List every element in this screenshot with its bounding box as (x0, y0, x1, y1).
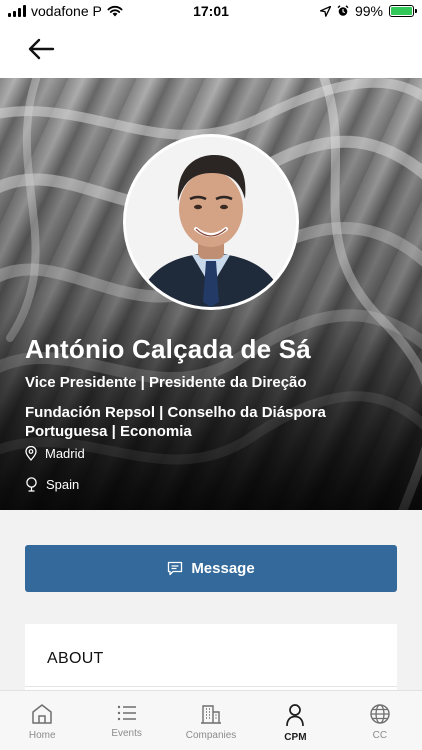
tab-label: CPM (284, 732, 307, 743)
profile-country: Spain (46, 477, 80, 492)
tab-home[interactable]: Home (0, 691, 84, 750)
message-button[interactable]: Message (25, 545, 397, 592)
tab-label: Events (111, 728, 142, 739)
battery-percent: 99% (354, 3, 383, 19)
home-icon (32, 704, 52, 724)
building-icon (201, 705, 222, 724)
tab-label: Companies (185, 730, 237, 741)
battery-level-fill (391, 7, 412, 15)
location-icon (319, 5, 331, 17)
profile-city-row: Madrid (25, 446, 85, 461)
message-button-label: Message (191, 560, 255, 577)
nav-header (0, 22, 422, 78)
tab-companies[interactable]: Companies (169, 691, 253, 750)
profile-organizations: Fundación Repsol | Conselho da Diáspora … (25, 404, 326, 440)
globe-pin-icon (26, 477, 37, 492)
tab-cpm[interactable]: CPM (253, 691, 337, 750)
location-pin-icon (25, 446, 37, 461)
tab-cc[interactable]: CC (338, 691, 422, 750)
arrow-left-icon (28, 38, 55, 60)
profile-country-row: Spain (25, 477, 79, 492)
profile-hero: António Calçada de Sá Vice Presidente | … (0, 78, 422, 510)
avatar-photo (126, 137, 296, 307)
globe-icon (370, 704, 390, 724)
status-bar-right: 99% (319, 3, 417, 19)
list-icon (117, 705, 136, 721)
message-icon (168, 561, 183, 576)
divider (25, 686, 397, 687)
bottom-tab-bar: Home Events Companies CPM CC (0, 690, 422, 750)
status-bar: vodafone P 17:01 99% (0, 0, 422, 22)
back-button[interactable] (24, 34, 58, 64)
tab-label: CC (372, 730, 388, 741)
profile-title: Vice Presidente | Presidente da Direção (25, 374, 307, 391)
person-icon (286, 704, 305, 727)
avatar (123, 134, 299, 310)
profile-name: António Calçada de Sá (25, 334, 311, 364)
profile-city: Madrid (45, 446, 85, 461)
person-portrait (126, 137, 296, 307)
battery-icon (389, 5, 417, 17)
alarm-icon (337, 5, 349, 16)
about-heading: ABOUT (47, 650, 104, 667)
tab-label: Home (28, 730, 56, 741)
tab-events[interactable]: Events (84, 691, 168, 750)
